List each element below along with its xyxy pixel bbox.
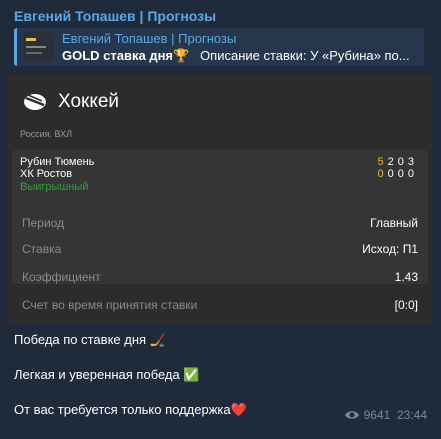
score-total-home: 5 [377, 156, 388, 168]
channel-name[interactable]: Евгений Топашев | Прогнозы [14, 8, 216, 24]
detail-value: [0:0] [394, 298, 418, 312]
detail-value: 1.43 [394, 270, 418, 284]
detail-row: Коэффициент 1.43 [22, 270, 418, 290]
reply-text: GOLD ставка дня🏆 Описание ставки: У «Руб… [62, 48, 422, 64]
reply-title: Евгений Топашев | Прогнозы [62, 31, 237, 46]
reply-bold-text: GOLD ставка дня🏆 [62, 48, 190, 63]
view-count: 9641 [363, 408, 391, 422]
detail-row: Ставка Исход: П1 [22, 242, 418, 262]
score-period-home: 3 [407, 156, 418, 168]
message-time: 23:44 [396, 408, 427, 422]
reply-body-text: Описание ставки: У «Рубина» по... [200, 48, 410, 63]
scores-home: 5203 [378, 156, 419, 168]
bet-result: Выигрышный [20, 181, 89, 193]
eye-icon [344, 411, 359, 419]
scores-away: 0000 [378, 168, 419, 180]
message-line: Легкая и уверенная победа ✅ [14, 367, 200, 382]
bet-card: Хоккей Россия. ВХЛ Рубин Тюмень ХК Росто… [8, 74, 432, 324]
score-period-away: 0 [407, 168, 418, 180]
score-total-away: 0 [377, 168, 388, 180]
team-home: Рубин Тюмень [20, 156, 95, 168]
reply-thumbnail [23, 32, 53, 61]
score-period-away: 0 [397, 168, 408, 180]
score-period-home: 0 [397, 156, 408, 168]
detail-label: Счет во время принятия ставки [22, 298, 198, 312]
detail-label: Ставка [22, 242, 62, 256]
detail-label: Коэффициент [22, 270, 101, 284]
sport-title: Хоккей [58, 91, 120, 112]
detail-row: Период Главный [22, 216, 418, 236]
message-meta: 9641 23:44 [344, 408, 427, 422]
detail-value: Главный [370, 216, 418, 230]
reply-preview[interactable]: Евгений Топашев | Прогнозы GOLD ставка д… [14, 28, 424, 66]
message-line: От вас требуется только поддержка❤️ [14, 402, 247, 417]
team-away: ХК Ростов [20, 168, 73, 180]
league-label: Россия. ВХЛ [20, 129, 73, 139]
bet-details: Период Главный Ставка Исход: П1 Коэффици… [12, 208, 428, 320]
message-bubble: Евгений Топашев | Прогнозы Евгений Топаш… [0, 0, 441, 439]
message-line: Победа по ставке дня 🏒 [14, 332, 166, 347]
score-period-away: 0 [387, 168, 398, 180]
detail-value: Исход: П1 [362, 242, 418, 256]
detail-row: Счет во время принятия ставки [0:0] [22, 298, 418, 318]
hockey-puck-icon [24, 94, 46, 110]
score-period-home: 2 [387, 156, 398, 168]
detail-label: Период [22, 216, 65, 230]
